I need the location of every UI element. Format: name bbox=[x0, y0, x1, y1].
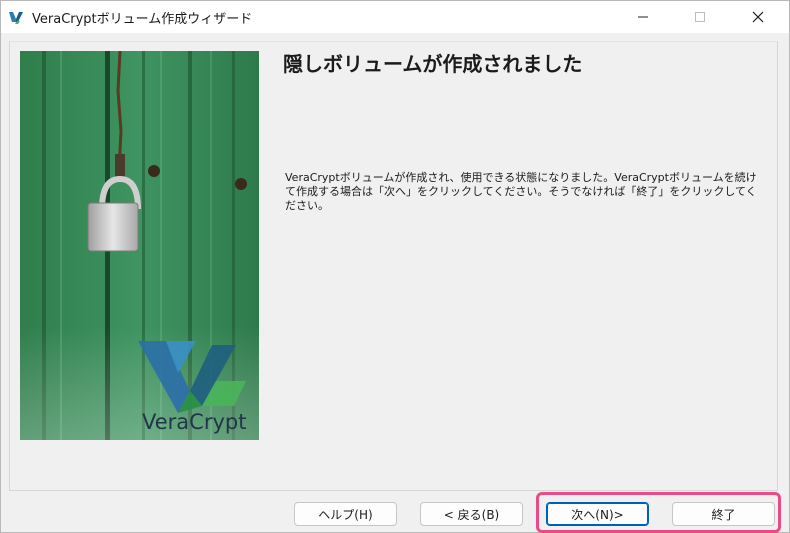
minimize-icon bbox=[638, 16, 648, 18]
wizard-window: VeraCryptボリューム作成ウィザード VeraCrypt 隠しボリュームが… bbox=[0, 0, 790, 533]
title-bar: VeraCryptボリューム作成ウィザード bbox=[1, 1, 789, 33]
maximize-button[interactable] bbox=[677, 1, 723, 33]
maximize-icon bbox=[695, 12, 705, 22]
padlock-door-image: VeraCrypt bbox=[20, 51, 259, 440]
next-button[interactable]: 次へ(N)> bbox=[546, 502, 649, 526]
info-text: VeraCryptボリュームが作成され、使用できる状態になりました。VeraCr… bbox=[285, 171, 757, 212]
veracrypt-brand-text: VeraCrypt bbox=[142, 410, 246, 434]
page-heading: 隠しボリュームが作成されました bbox=[283, 52, 583, 76]
veracrypt-app-icon bbox=[8, 9, 24, 25]
finish-button[interactable]: 終了 bbox=[672, 502, 775, 526]
close-button[interactable] bbox=[735, 1, 781, 33]
window-title: VeraCryptボリューム作成ウィザード bbox=[32, 12, 253, 27]
back-button[interactable]: < 戻る(B) bbox=[420, 502, 523, 526]
minimize-button[interactable] bbox=[620, 1, 666, 33]
help-button[interactable]: ヘルプ(H) bbox=[294, 502, 397, 526]
close-icon bbox=[752, 11, 764, 23]
